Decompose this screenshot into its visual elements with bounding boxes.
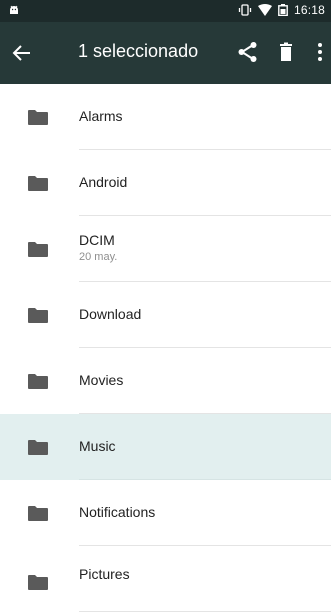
- folder-row-android[interactable]: Android: [0, 150, 331, 216]
- wifi-icon: [257, 4, 272, 16]
- folder-date: 20 may.: [79, 251, 118, 263]
- folder-name: DCIM: [79, 232, 115, 248]
- folder-row-download[interactable]: Download: [0, 282, 331, 348]
- folder-row-music[interactable]: Music: [0, 414, 331, 480]
- folder-icon: [28, 110, 48, 125]
- android-robot-icon: [10, 5, 18, 14]
- folder-name: Movies: [79, 372, 124, 388]
- folder-icon: [28, 506, 48, 521]
- status-time: 16:18: [293, 3, 325, 17]
- folder-name: Notifications: [79, 504, 156, 520]
- folder-icon: [28, 374, 48, 389]
- folder-icon: [28, 575, 48, 590]
- more-options-icon[interactable]: [313, 41, 327, 63]
- folder-name: Android: [79, 174, 128, 190]
- status-bar: 16:18: [0, 0, 331, 22]
- back-arrow-icon[interactable]: [11, 42, 33, 64]
- selection-title: 1 seleccionado: [78, 41, 199, 61]
- folder-name: Download: [79, 306, 142, 322]
- folder-icon: [28, 308, 48, 323]
- folder-icon: [28, 440, 48, 455]
- vibrate-icon: [238, 4, 252, 16]
- folder-icon: [28, 176, 48, 191]
- folder-list: Alarms Android DCIM 20 may. Download Mov…: [0, 84, 331, 612]
- folder-name: Alarms: [79, 108, 123, 124]
- folder-name: Pictures: [79, 566, 130, 582]
- folder-row-pictures[interactable]: Pictures: [0, 546, 331, 612]
- folder-name: Music: [79, 438, 116, 454]
- delete-icon[interactable]: [275, 41, 297, 63]
- folder-row-dcim[interactable]: DCIM 20 may.: [0, 216, 331, 282]
- folder-row-notifications[interactable]: Notifications: [0, 480, 331, 546]
- folder-row-movies[interactable]: Movies: [0, 348, 331, 414]
- action-bar: 1 seleccionado: [0, 22, 331, 84]
- share-icon[interactable]: [237, 41, 259, 63]
- battery-icon: [278, 4, 288, 16]
- folder-row-alarms[interactable]: Alarms: [0, 84, 331, 150]
- folder-icon: [28, 242, 48, 257]
